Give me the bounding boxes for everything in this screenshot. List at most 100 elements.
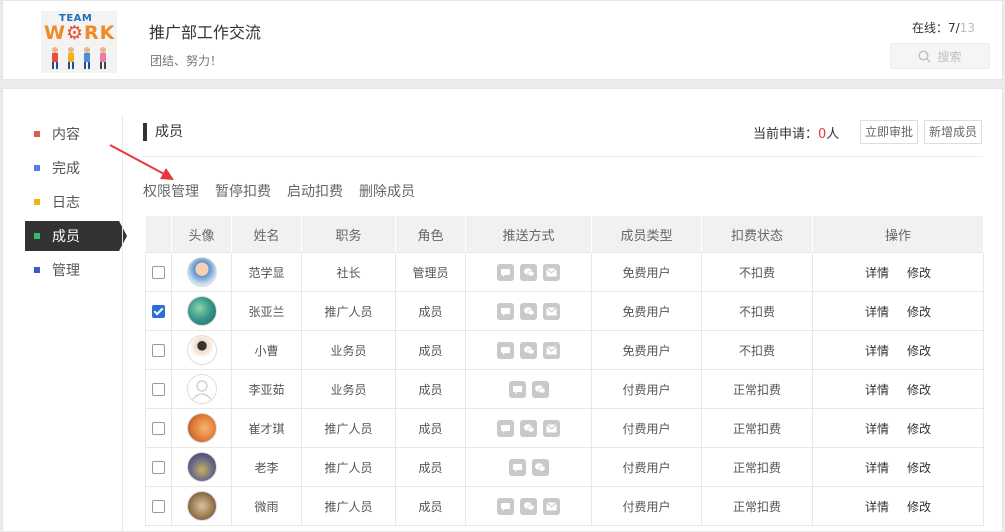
row-checkbox[interactable]: [152, 461, 165, 474]
edit-link[interactable]: 修改: [907, 500, 931, 514]
col-header-fee: 扣费状态: [701, 216, 813, 253]
fee-status: 正常扣费: [701, 447, 813, 487]
avatar: [186, 335, 217, 365]
chat-icon: [497, 341, 514, 359]
member-title: 社长: [301, 252, 396, 292]
wechat-icon: [531, 380, 549, 398]
row-checkbox[interactable]: [152, 344, 165, 357]
table-row: 小曹 业务员 成员 免费用户 不扣费 详情 修改: [145, 330, 984, 370]
section-title: 成员: [143, 123, 183, 141]
member-type: 付费用户: [591, 408, 702, 448]
edit-link[interactable]: 修改: [907, 344, 931, 358]
detail-link[interactable]: 详情: [865, 500, 889, 514]
member-type: 免费用户: [591, 330, 702, 370]
edit-link[interactable]: 修改: [907, 383, 931, 397]
members-table: 头像 姓名 职务 角色 推送方式 成员类型 扣费状态 操作 范学显 社长 管理员…: [145, 216, 984, 526]
fee-status: 正常扣费: [701, 369, 813, 409]
member-type: 免费用户: [591, 252, 702, 292]
logo-people-illustration: [52, 47, 106, 69]
row-actions: 详情 修改: [812, 291, 984, 331]
col-header-select: [145, 216, 172, 253]
mail-icon: [543, 302, 560, 320]
member-title: 推广人员: [301, 291, 396, 331]
red-arrow-annotation: [109, 144, 174, 180]
wechat-icon: [520, 341, 537, 359]
table-row: 范学显 社长 管理员 免费用户 不扣费 详情 修改: [145, 252, 984, 292]
member-name: 李亚茹: [231, 369, 302, 409]
wechat-icon: [520, 419, 537, 437]
col-header-avatar: 头像: [171, 216, 232, 253]
bullet-icon: [34, 199, 40, 205]
chat-icon: [508, 458, 526, 476]
member-type: 付费用户: [591, 447, 702, 487]
approve-now-button[interactable]: 立即审批: [860, 120, 919, 144]
sidebar-item-members[interactable]: 成员: [25, 221, 127, 251]
wechat-icon: [520, 497, 537, 515]
detail-link[interactable]: 详情: [865, 344, 889, 358]
permission-manage-link[interactable]: 权限管理: [143, 181, 199, 201]
chat-icon: [497, 263, 514, 281]
member-type: 免费用户: [591, 291, 702, 331]
start-billing-link[interactable]: 启动扣费: [287, 181, 343, 201]
member-title: 推广人员: [301, 408, 396, 448]
table-row: 李亚茹 业务员 成员 付费用户 正常扣费 详情 修改: [145, 369, 984, 409]
edit-link[interactable]: 修改: [907, 266, 931, 280]
table-row: 张亚兰 推广人员 成员 免费用户 不扣费 详情 修改: [145, 291, 984, 331]
detail-link[interactable]: 详情: [865, 305, 889, 319]
member-role: 成员: [395, 369, 466, 409]
edit-link[interactable]: 修改: [907, 305, 931, 319]
push-methods: [465, 291, 592, 331]
row-actions: 详情 修改: [812, 447, 984, 487]
fee-status: 不扣费: [701, 330, 813, 370]
member-role: 成员: [395, 291, 466, 331]
row-checkbox[interactable]: [152, 500, 165, 513]
default-avatar-icon: [192, 380, 211, 400]
avatar-cell: [171, 291, 232, 331]
push-methods: [465, 447, 592, 487]
logo-text-work: W⚙RK: [44, 22, 116, 44]
mail-icon: [543, 341, 560, 359]
add-member-button[interactable]: 新增成员: [924, 120, 983, 144]
edit-link[interactable]: 修改: [907, 422, 931, 436]
main-panel: 内容 完成 日志 成员 管理 成员 当前申请：0人 立即审批 新增成员 权限管理…: [2, 88, 1003, 532]
edit-link[interactable]: 修改: [907, 461, 931, 475]
col-header-role: 角色: [395, 216, 466, 253]
detail-link[interactable]: 详情: [865, 383, 889, 397]
avatar-cell: [171, 330, 232, 370]
sidebar-item-log[interactable]: 日志: [25, 187, 119, 217]
select-cell: [145, 330, 172, 370]
member-name: 微雨: [231, 486, 302, 526]
header: TEAM W⚙RK 推广部工作交流 团结、努力！ 在线：7/13 搜索: [2, 0, 1003, 80]
delete-member-link[interactable]: 删除成员: [359, 181, 415, 201]
row-actions: 详情 修改: [812, 252, 984, 292]
pending-applications: 当前申请：0人: [753, 127, 840, 142]
member-name: 小曹: [231, 330, 302, 370]
detail-link[interactable]: 详情: [865, 461, 889, 475]
chat-icon: [508, 380, 526, 398]
row-checkbox[interactable]: [152, 305, 165, 318]
row-checkbox[interactable]: [152, 266, 165, 279]
row-checkbox[interactable]: [152, 383, 165, 396]
wechat-icon: [531, 458, 549, 476]
row-actions: 详情 修改: [812, 369, 984, 409]
team-slogan: 团结、努力！: [150, 54, 223, 68]
sidebar-item-manage[interactable]: 管理: [25, 255, 119, 285]
pause-billing-link[interactable]: 暂停扣费: [215, 181, 271, 201]
detail-link[interactable]: 详情: [865, 266, 889, 280]
col-header-type: 成员类型: [591, 216, 702, 253]
avatar: [186, 296, 217, 326]
sidebar-item-content[interactable]: 内容: [25, 119, 119, 149]
detail-link[interactable]: 详情: [865, 422, 889, 436]
member-role: 成员: [395, 486, 466, 526]
fee-status: 不扣费: [701, 252, 813, 292]
row-checkbox[interactable]: [152, 422, 165, 435]
member-role: 成员: [395, 330, 466, 370]
sidebar-item-completed[interactable]: 完成: [25, 153, 119, 183]
table-row: 老李 推广人员 成员 付费用户 正常扣费 详情 修改: [145, 447, 984, 487]
team-logo: TEAM W⚙RK: [41, 11, 117, 73]
search-button[interactable]: 搜索: [890, 43, 990, 69]
col-header-name: 姓名: [231, 216, 302, 253]
fee-status: 正常扣费: [701, 486, 813, 526]
member-title: 业务员: [301, 330, 396, 370]
member-role: 成员: [395, 408, 466, 448]
